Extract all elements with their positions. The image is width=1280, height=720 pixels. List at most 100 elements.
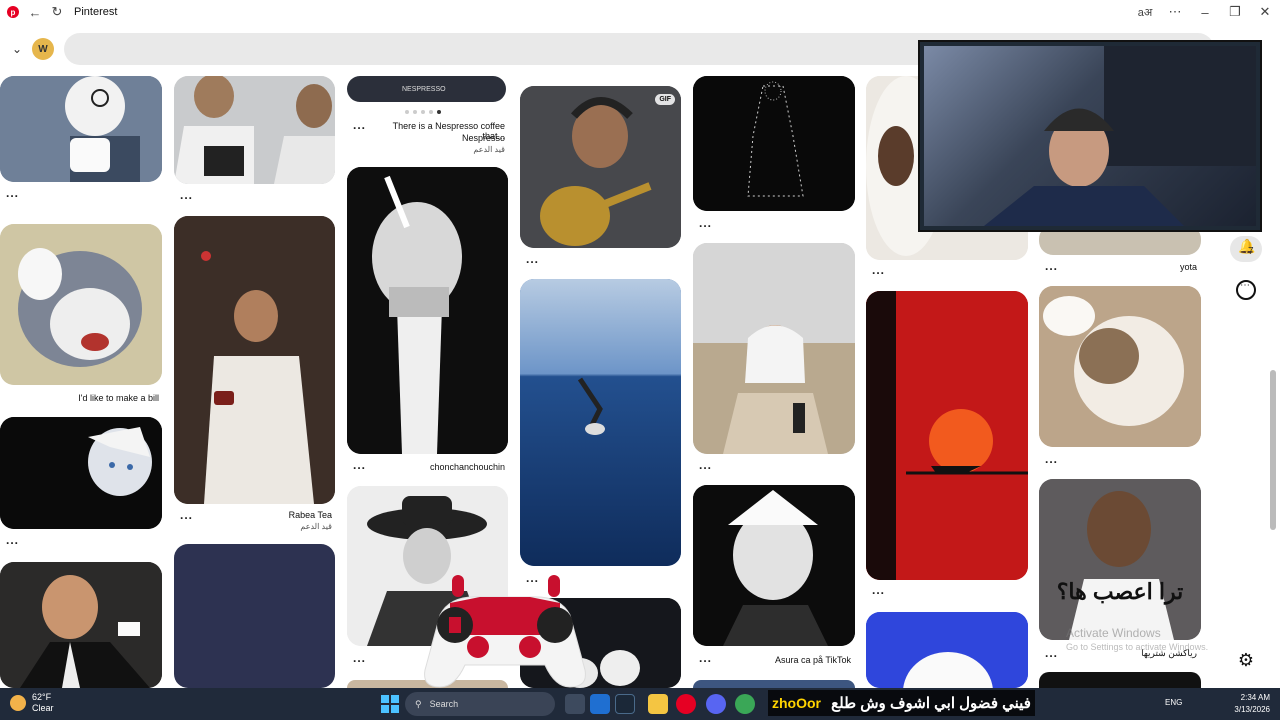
pin-subcaption: قيد الدعم [473,145,505,154]
weather-widget[interactable]: 62°F Clear [10,692,54,714]
window-title: Pinterest [74,6,118,18]
stream-chat-overlay: zhoOor فيني فضول ابي اشوف وش طلع [768,690,1035,716]
king-waving [693,243,855,454]
pin-image[interactable]: NESPRESSO [347,76,506,102]
pin-image[interactable]: GIF [520,86,681,248]
pin-subcaption: قيد الدعم [300,522,332,531]
pin-caption: I'd like to make a bill [78,393,159,403]
carousel-dot[interactable] [413,110,417,114]
men-drinking-coffee [174,76,335,184]
notifications-button[interactable]: 🔔 7 [1230,236,1262,262]
taskbar: 62°F Clear ⚲ Search ENG 2:34 AM 3/13/202… [0,688,1280,720]
pin-menu-icon[interactable]: ... [699,458,712,472]
language-indicator[interactable]: ENG [1165,698,1182,707]
steam-icon[interactable] [615,694,635,714]
pin-menu-icon[interactable]: ... [6,186,19,200]
carousel-dot[interactable] [421,110,425,114]
carousel-dots[interactable] [405,110,441,114]
settings-button[interactable]: ⚙ [1234,648,1258,672]
sea-diver [520,279,681,566]
pin-image[interactable] [1039,286,1201,447]
rain-figure [693,76,855,211]
sword-hand-drawing [347,167,508,454]
pin-image[interactable] [693,680,855,688]
sunset-airplane [866,291,1028,580]
more-icon[interactable]: ⋯ [1160,0,1190,24]
refresh-icon[interactable]: ↻ [46,0,68,24]
pin-caption-line2: Nespresso [461,133,505,143]
pin-caption: Rabea Tea [288,510,332,520]
pin-image[interactable] [347,167,508,454]
pin-image[interactable] [174,76,335,184]
pinterest-logo-icon: p [2,0,24,24]
taskbar-search[interactable]: ⚲ Search [405,692,555,716]
pin-menu-icon[interactable]: ... [353,651,366,665]
pin-menu-icon[interactable]: ... [6,533,19,547]
chevron-down-icon[interactable]: ⌄ [12,42,22,56]
carousel-dot[interactable] [429,110,433,114]
pin-image[interactable] [693,485,855,646]
man-in-thobe [174,216,335,504]
pin-image[interactable] [1039,672,1201,688]
pin-caption: Asura ca på TikTok [774,655,851,665]
minimize-button[interactable]: – [1190,0,1220,24]
pin-image[interactable] [866,612,1028,688]
discord-icon[interactable] [706,694,726,714]
window-controls: aअ ⋯ – ❐ ✕ [1130,0,1280,24]
pin-caption: yota [1179,262,1197,272]
pin-menu-icon[interactable]: ... [872,263,885,277]
start-button[interactable] [381,695,399,713]
weather-temp: 62°F [32,692,52,702]
streamer-video [984,46,1256,226]
search-icon: ⚲ [415,698,422,709]
pin-image[interactable] [174,544,335,688]
pin-menu-icon[interactable]: ... [699,216,712,230]
clock[interactable]: 2:34 AM 3/13/2026 [1234,692,1270,716]
task-view-icon[interactable] [565,694,585,714]
windows-icon [381,695,399,713]
pin-image[interactable] [693,243,855,454]
gear-icon: ⚙ [1237,650,1255,670]
avatar-letter: W [38,43,48,55]
cat-pouncing [1039,286,1201,447]
app-icon[interactable] [590,694,610,714]
pinterest-icon[interactable] [676,694,696,714]
controller-overlay [420,575,590,690]
translate-icon[interactable]: aअ [1130,0,1160,24]
gif-badge: GIF [655,94,675,105]
pin-image[interactable] [0,562,162,688]
pin-menu-icon[interactable]: ... [180,188,193,202]
man-in-tuxedo [0,562,162,688]
pin-caption: chonchanchouchin [429,462,505,472]
messages-button[interactable]: ⋯ [1236,280,1256,300]
file-explorer-icon[interactable] [648,694,668,714]
pin-menu-icon[interactable]: ... [1045,452,1058,466]
back-icon[interactable]: ← [24,0,46,24]
pin-image[interactable] [174,216,335,504]
cartoon-face [866,612,1028,688]
gamepad-icon [424,575,586,688]
pin-image[interactable] [866,291,1028,580]
pin-image[interactable] [0,76,162,182]
close-button[interactable]: ✕ [1250,0,1280,24]
pin-image[interactable]: ترا اعصب ها؟ [1039,479,1201,640]
maximize-button[interactable]: ❐ [1220,0,1250,24]
title-bar: p ← ↻ Pinterest aअ ⋯ – ❐ ✕ [0,0,1280,24]
pin-image[interactable] [0,417,162,529]
carousel-dot[interactable] [405,110,409,114]
screen: p ← ↻ Pinterest aअ ⋯ – ❐ ✕ ⌄ W ... I'd l… [0,0,1280,720]
pin-menu-icon[interactable]: ... [872,583,885,597]
activate-windows-subtitle: Go to Settings to activate Windows. [1066,642,1209,652]
carousel-dot-active[interactable] [437,110,441,114]
pin-menu-icon[interactable]: ... [353,118,366,132]
taskbar-search-label: Search [429,699,459,709]
pin-image[interactable] [520,279,681,566]
scrollbar[interactable] [1270,370,1276,530]
pin-image[interactable] [0,224,162,385]
chrome-icon[interactable] [735,694,755,714]
avatar[interactable]: W [32,38,54,60]
chat-icon: ⋯ [1240,280,1250,291]
pin-image[interactable] [693,76,855,211]
pin-brand-text: NESPRESSO [402,86,446,93]
pin-menu-icon[interactable]: ... [526,252,539,266]
